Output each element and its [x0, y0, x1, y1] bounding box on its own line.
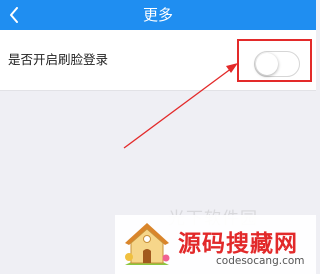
page-title: 更多 [142, 6, 173, 24]
house-logo-icon [125, 223, 170, 265]
back-button[interactable] [0, 0, 28, 30]
nav-bar: 更多 [0, 0, 316, 30]
face-login-toggle[interactable] [254, 51, 300, 77]
face-login-label: 是否开启刷脸登录 [8, 52, 109, 67]
chevron-left-icon [10, 7, 18, 23]
watermark-site-url: codesocang.com [216, 255, 305, 267]
watermark-site-name: 源码搜藏网 [178, 231, 298, 257]
toggle-knob [256, 53, 278, 75]
